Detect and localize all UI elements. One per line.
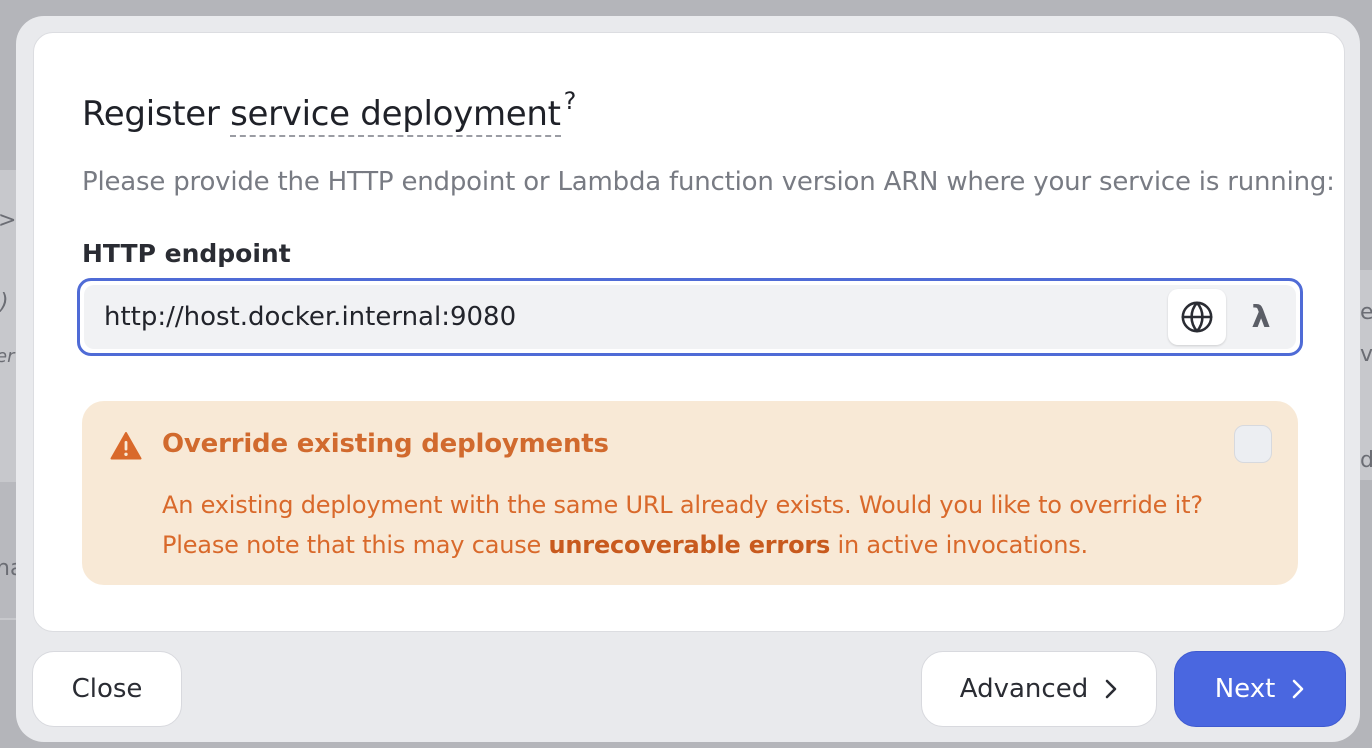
- service-deployment-term[interactable]: service deployment: [230, 94, 561, 137]
- advanced-button-label: Advanced: [959, 674, 1089, 704]
- alert-line-2: Please note that this may cause unrecove…: [162, 525, 1203, 565]
- close-button[interactable]: Close: [32, 651, 182, 727]
- endpoint-input-container: λ: [77, 278, 1303, 356]
- background-page-left-band: [0, 482, 16, 618]
- background-text: >: [0, 208, 17, 233]
- alert-line-2-start: Please note that this may cause: [162, 531, 549, 559]
- alert-line-1: An existing deployment with the same URL…: [162, 491, 1203, 519]
- alert-emphasis: unrecoverable errors: [548, 531, 831, 559]
- alert-line-2-end: in active invocations.: [830, 531, 1089, 559]
- dialog-title-text: Register: [82, 94, 231, 134]
- alert-body: An existing deployment with the same URL…: [162, 485, 1203, 565]
- help-icon[interactable]: ?: [564, 87, 577, 115]
- background-text: er: [0, 346, 15, 367]
- dialog-content-panel: Register service deployment? Please prov…: [33, 32, 1345, 632]
- next-button-label: Next: [1214, 674, 1276, 704]
- globe-icon: [1181, 301, 1213, 333]
- background-text: ): [0, 290, 9, 315]
- lambda-icon: λ: [1251, 299, 1271, 335]
- next-button[interactable]: Next: [1174, 651, 1346, 727]
- background-text: v: [1360, 342, 1372, 367]
- background-text: e: [1360, 300, 1372, 325]
- close-button-label: Close: [71, 674, 143, 704]
- endpoint-input-background: λ: [84, 285, 1296, 349]
- alert-title: Override existing deployments: [162, 429, 609, 459]
- http-endpoint-label: HTTP endpoint: [82, 239, 291, 268]
- chevron-right-icon: [1104, 678, 1118, 700]
- background-text: d: [1360, 448, 1372, 473]
- chevron-right-icon: [1291, 678, 1305, 700]
- dialog-title: Register service deployment?: [82, 87, 577, 137]
- warning-icon: [110, 432, 142, 460]
- lambda-arn-toggle[interactable]: λ: [1232, 289, 1290, 345]
- advanced-button[interactable]: Advanced: [921, 651, 1157, 727]
- endpoint-input[interactable]: [104, 285, 1154, 349]
- override-checkbox[interactable]: [1234, 425, 1272, 463]
- dialog-subtitle: Please provide the HTTP endpoint or Lamb…: [82, 167, 1335, 197]
- register-deployment-dialog: Register service deployment? Please prov…: [16, 16, 1360, 742]
- override-warning-alert: Override existing deployments An existin…: [82, 401, 1298, 585]
- http-endpoint-toggle[interactable]: [1168, 289, 1226, 345]
